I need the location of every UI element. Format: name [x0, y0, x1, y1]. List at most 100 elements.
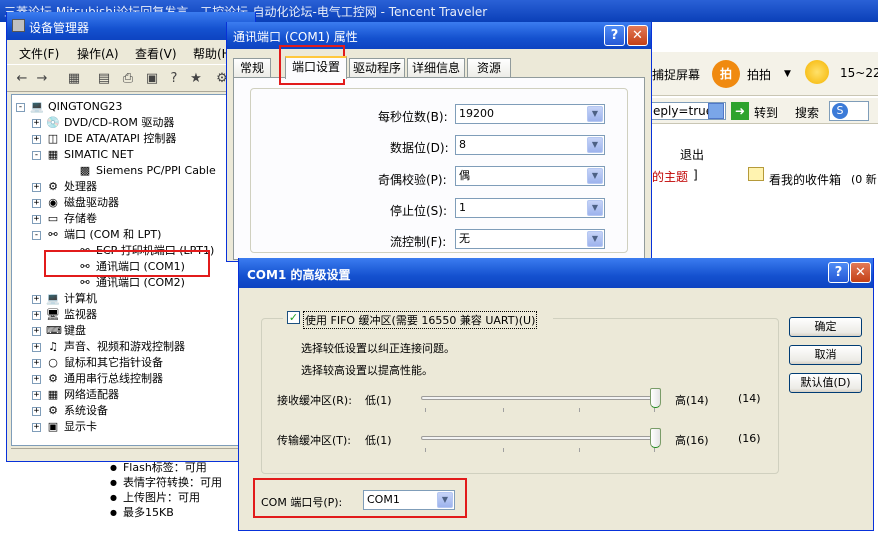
- paipai-button[interactable]: 拍拍: [747, 66, 771, 83]
- close-button[interactable]: ✕: [850, 262, 871, 283]
- tab-general[interactable]: 常规: [233, 58, 271, 78]
- slider-tick: [579, 408, 580, 412]
- show-hide-tree-icon[interactable]: ▦: [65, 70, 83, 88]
- tree-item-label: 显示卡: [64, 420, 97, 433]
- transmit-slider-thumb[interactable]: [650, 428, 661, 448]
- properties-icon[interactable]: ▤: [95, 70, 113, 88]
- inbox-link[interactable]: 看我的收件箱: [769, 171, 841, 188]
- expand-icon[interactable]: +: [32, 183, 41, 192]
- menu-view[interactable]: 查看(V): [135, 45, 177, 62]
- tab-details[interactable]: 详细信息: [407, 58, 465, 78]
- menu-action[interactable]: 操作(A): [77, 45, 119, 62]
- menu-file[interactable]: 文件(F): [19, 45, 59, 62]
- dropdown-arrow-icon[interactable]: ▼: [587, 231, 603, 247]
- tree-item-label: 通讯端口 (COM1): [96, 260, 185, 273]
- mouse-icon: ○: [48, 356, 58, 369]
- expand-icon[interactable]: +: [32, 135, 41, 144]
- expand-icon[interactable]: +: [32, 119, 41, 128]
- dropdown-arrow-icon[interactable]: ▼: [784, 69, 791, 79]
- collapse-icon[interactable]: -: [16, 103, 25, 112]
- tree-item-label: 存储卷: [64, 212, 97, 225]
- flow-control-select[interactable]: 无 ▼: [455, 229, 605, 249]
- data-bits-label: 数据位(D):: [390, 141, 449, 155]
- receive-slider-track[interactable]: [421, 396, 661, 400]
- dropdown-arrow-icon[interactable]: ▼: [587, 168, 603, 184]
- tab-resources[interactable]: 资源: [467, 58, 511, 78]
- back-arrow-icon[interactable]: ←: [13, 70, 31, 88]
- transmit-buffer-label: 传输缓冲区(T):: [277, 434, 352, 447]
- tab-driver[interactable]: 驱动程序: [349, 58, 405, 78]
- flow-control-label: 流控制(F):: [390, 235, 447, 249]
- close-button[interactable]: ✕: [627, 25, 648, 46]
- goto-button[interactable]: 转到: [754, 104, 778, 121]
- expand-icon[interactable]: +: [32, 391, 41, 400]
- hint-lower: 选择较低设置以纠正连接问题。: [301, 342, 455, 355]
- details-icon[interactable]: ▣: [143, 70, 161, 88]
- my-topics-link[interactable]: 的主题: [652, 168, 688, 185]
- expand-icon[interactable]: +: [32, 215, 41, 224]
- help-button[interactable]: ?: [604, 25, 625, 46]
- tree-item-label: SIMATIC NET: [64, 148, 134, 161]
- processor-icon: ⚙: [48, 180, 58, 193]
- com-port-select[interactable]: COM1 ▼: [363, 490, 455, 510]
- advanced-settings-dialog: COM1 的高级设置 ? ✕ ✓ 使用 FIFO 缓冲区(需要 16550 兼容…: [238, 258, 874, 531]
- collapse-icon[interactable]: -: [32, 231, 41, 240]
- network-adapter-icon: ▦: [47, 388, 59, 401]
- cancel-button[interactable]: 取消: [789, 345, 862, 365]
- help-button[interactable]: ?: [828, 262, 849, 283]
- dropdown-arrow-icon[interactable]: ▼: [587, 200, 603, 216]
- goto-arrow-icon[interactable]: ➜: [731, 102, 749, 120]
- capture-screen-button[interactable]: 捕捉屏幕: [652, 66, 700, 83]
- tree-item-label: 监视器: [64, 308, 97, 321]
- exit-link[interactable]: 退出: [680, 146, 704, 163]
- address-dropdown-icon[interactable]: [708, 103, 724, 119]
- collapse-icon[interactable]: -: [32, 151, 41, 160]
- expand-icon[interactable]: +: [32, 343, 41, 352]
- defaults-button[interactable]: 默认值(D): [789, 373, 862, 393]
- ok-button[interactable]: 确定: [789, 317, 862, 337]
- expand-icon[interactable]: +: [32, 295, 41, 304]
- data-bits-select[interactable]: 8 ▼: [455, 135, 605, 155]
- com-port-value: COM1: [367, 493, 400, 506]
- fifo-label[interactable]: 使用 FIFO 缓冲区(需要 16550 兼容 UART)(U): [303, 311, 538, 329]
- paipai-icon[interactable]: 拍: [712, 60, 740, 88]
- stop-bits-value: 1: [459, 201, 466, 214]
- parity-select[interactable]: 偶 ▼: [455, 166, 605, 186]
- device-manager-title: 设备管理器: [29, 21, 90, 35]
- data-bits-value: 8: [459, 138, 466, 151]
- tab-port-settings[interactable]: 端口设置: [285, 56, 347, 79]
- expand-icon[interactable]: +: [32, 359, 41, 368]
- receive-slider-thumb[interactable]: [650, 388, 661, 408]
- expand-icon[interactable]: +: [32, 311, 41, 320]
- storage-volume-icon: ▭: [47, 212, 59, 225]
- expand-icon[interactable]: +: [32, 375, 41, 384]
- list-item: 上传图片：可用: [110, 490, 240, 505]
- system-device-icon: ⚙: [48, 404, 58, 417]
- expand-icon[interactable]: +: [32, 423, 41, 432]
- scan-hardware-icon[interactable]: ★: [187, 70, 205, 88]
- parity-value: 偶: [459, 169, 470, 182]
- dropdown-arrow-icon[interactable]: ▼: [437, 492, 453, 508]
- fifo-checkbox[interactable]: ✓: [287, 311, 300, 324]
- dvd-drive-icon: 💿: [46, 116, 60, 129]
- properties-titlebar[interactable]: 通讯端口 (COM1) 属性 ? ✕: [227, 22, 651, 49]
- transmit-slider-track[interactable]: [421, 436, 661, 440]
- help-icon[interactable]: ?: [165, 70, 183, 88]
- device-tree: - 💻 QINGTONG23 + 💿 DVD/CD-ROM 驱动器 + ◫ IDE ATA…: [11, 94, 251, 446]
- tree-item-label: 鼠标和其它指针设备: [64, 356, 163, 369]
- stop-bits-select[interactable]: 1 ▼: [455, 198, 605, 218]
- expand-icon[interactable]: +: [32, 327, 41, 336]
- expand-icon[interactable]: +: [32, 199, 41, 208]
- slider-tick: [654, 408, 655, 412]
- tree-item-label: DVD/CD-ROM 驱动器: [64, 116, 175, 129]
- expand-icon[interactable]: +: [32, 407, 41, 416]
- advanced-titlebar[interactable]: COM1 的高级设置 ? ✕: [239, 258, 873, 288]
- device-manager-titlebar[interactable]: 设备管理器: [7, 12, 255, 40]
- baud-rate-select[interactable]: 19200 ▼: [455, 104, 605, 124]
- dropdown-arrow-icon[interactable]: ▼: [587, 106, 603, 122]
- print-icon[interactable]: ⎙: [119, 70, 137, 88]
- forward-arrow-icon[interactable]: →: [33, 70, 51, 88]
- dropdown-arrow-icon[interactable]: ▼: [587, 137, 603, 153]
- slider-tick: [503, 408, 504, 412]
- search-engine-selector[interactable]: S: [829, 101, 869, 121]
